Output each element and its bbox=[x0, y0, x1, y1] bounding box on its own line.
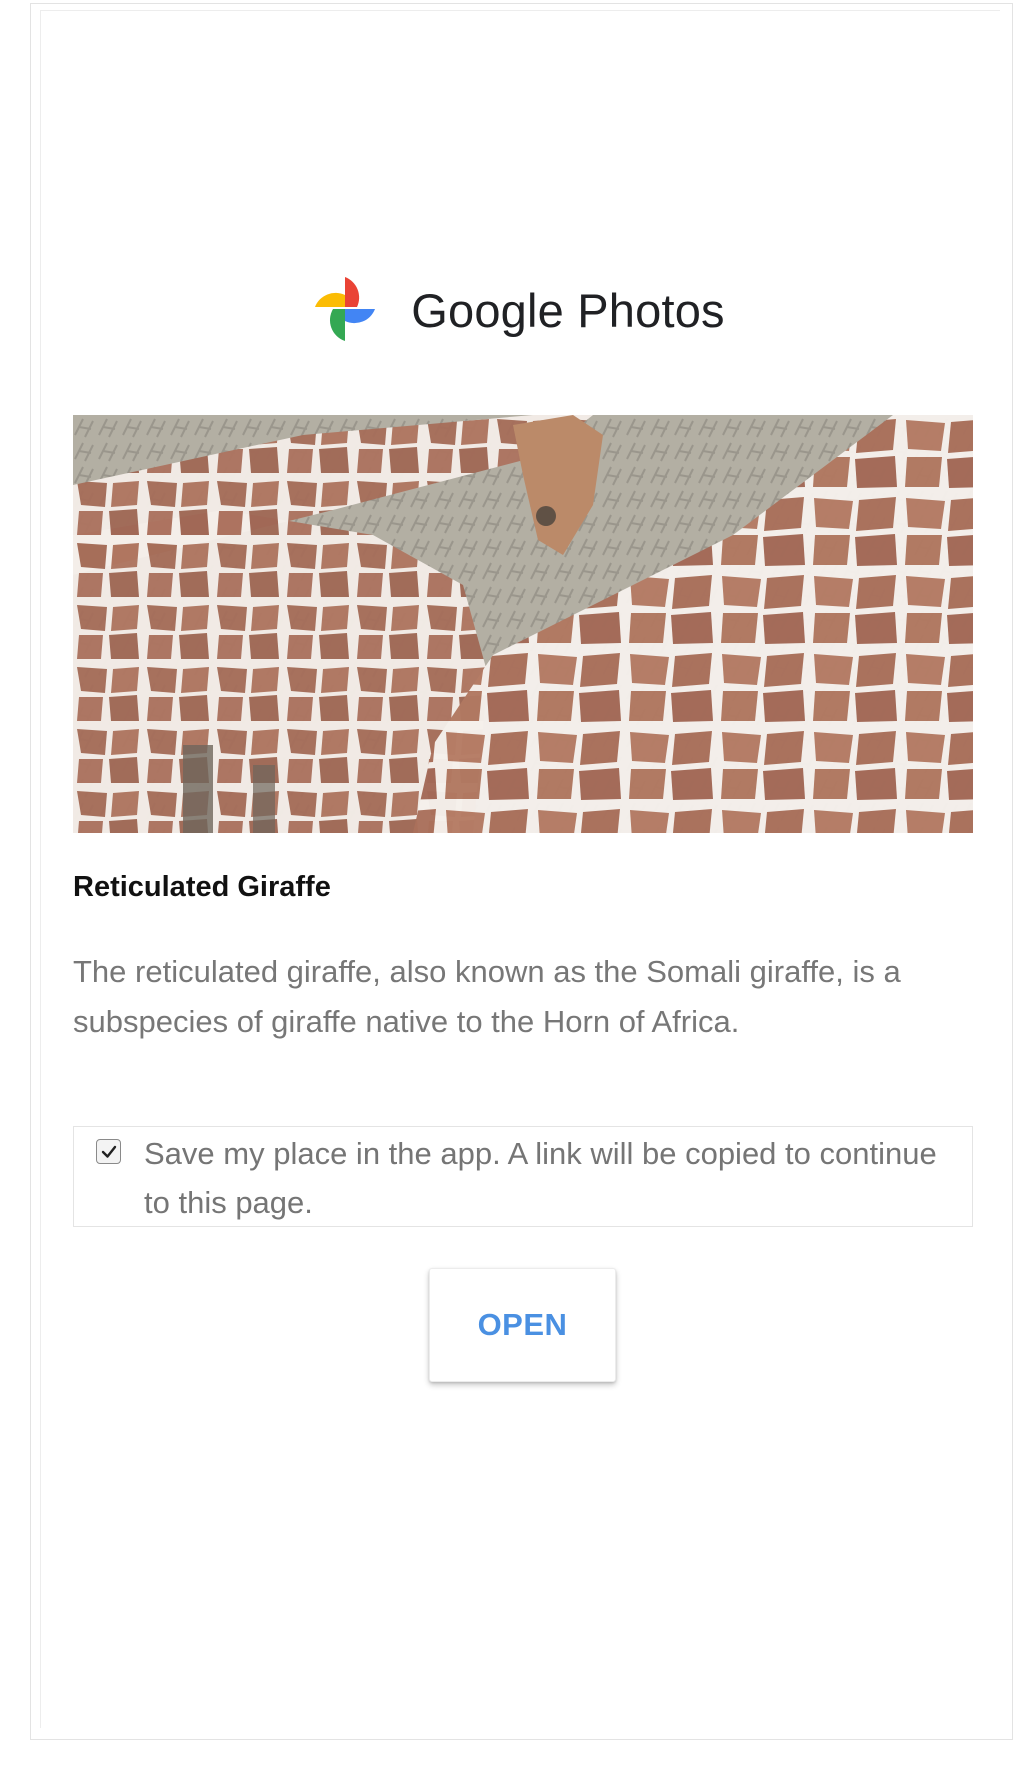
checkmark-icon bbox=[101, 1145, 116, 1158]
open-button[interactable]: OPEN bbox=[429, 1268, 616, 1382]
frame-divider-top bbox=[40, 10, 1000, 11]
save-place-label: Save my place in the app. A link will be… bbox=[144, 1136, 937, 1220]
app-name: Google Photos bbox=[411, 283, 725, 337]
card-title: Reticulated Giraffe bbox=[73, 871, 331, 903]
card-description: The reticulated giraffe, also known as t… bbox=[73, 954, 901, 1039]
google-photos-pinwheel-icon bbox=[315, 277, 376, 341]
save-place-checkbox[interactable] bbox=[96, 1139, 121, 1164]
giraffe-photo bbox=[73, 415, 973, 833]
save-place-option[interactable]: Save my place in the app. A link will be… bbox=[73, 1126, 973, 1227]
app-header: Google Photos bbox=[0, 270, 1032, 350]
frame-divider-left bbox=[40, 10, 41, 1728]
